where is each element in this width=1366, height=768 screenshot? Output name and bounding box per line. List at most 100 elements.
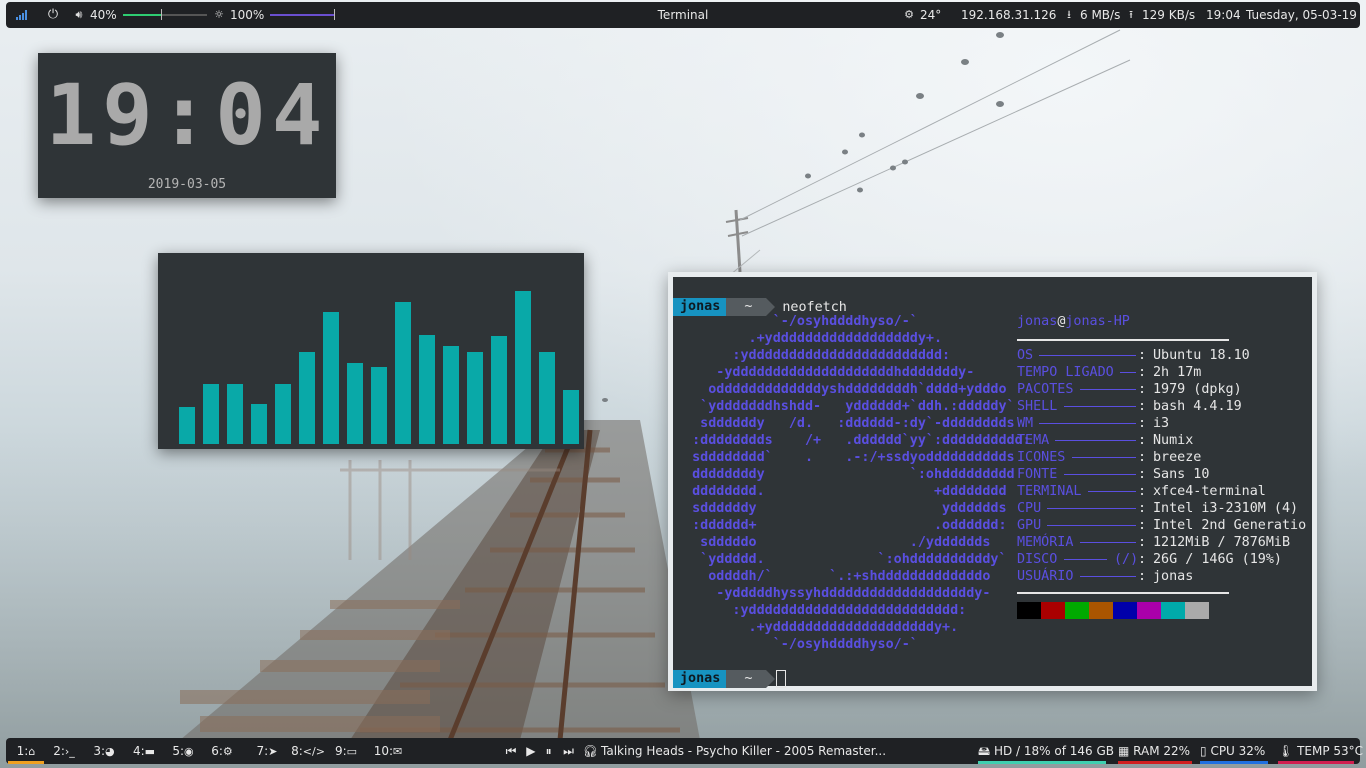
prompt-line-current[interactable]: jonas ~ (673, 669, 787, 689)
download-value: 6 MB/s (1080, 8, 1121, 22)
info-key: FONTE (1017, 467, 1058, 482)
previous-track-icon[interactable]: ⏮ (502, 738, 520, 764)
info-rule-bottom (1017, 592, 1229, 594)
info-key: USUÁRIO (1017, 569, 1074, 584)
info-key: OS (1017, 348, 1034, 363)
now-playing[interactable]: Talking Heads - Psycho Killer - 2005 Rem… (601, 738, 886, 764)
workspace-10[interactable]: 10:✉ (368, 738, 408, 764)
color-palette (1017, 602, 1307, 619)
info-row: WM: i3 (1017, 416, 1170, 431)
info-row: SHELL: bash 4.4.19 (1017, 399, 1242, 414)
ascii-line: odddddddddddddyshddddddddh`dddd+ydddo (676, 382, 1007, 397)
download-speed: ⭳ 6 MB/s (1062, 2, 1120, 28)
terminal-window[interactable]: jonas ~ neofetch `-/osyhddddhyso/-` .+yd… (668, 272, 1317, 691)
network-signal-icon[interactable] (16, 2, 28, 28)
info-value: 1212MiB / 7876MiB (1153, 535, 1291, 550)
workspace-number: 7: (256, 744, 269, 758)
ascii-line: :dddddddds /+ .dddddd`yy`:dddddddddd: (676, 433, 1031, 448)
color-swatch (1041, 602, 1065, 619)
chat-icon: ▭ (346, 745, 358, 758)
info-leader-line (1047, 525, 1136, 526)
info-value: i3 (1153, 416, 1170, 431)
next-track-icon[interactable]: ⏭ (559, 738, 577, 764)
info-key: TERMINAL (1017, 484, 1082, 499)
workspace-number: 9: (334, 744, 347, 758)
topbar-time[interactable]: 19:04 (1206, 2, 1241, 28)
ascii-line: :ydddddddddddddddddddddddddd: (676, 603, 967, 618)
workspace-4[interactable]: 4:▬ (127, 738, 161, 764)
info-leader-line (1071, 457, 1136, 458)
visualizer-bar (443, 346, 459, 444)
workspace-8[interactable]: 8:</> (290, 738, 326, 764)
utility-pole (699, 29, 1131, 301)
headphones-icon: 🎧︎ (582, 744, 598, 758)
cpu-status[interactable]: ▯ CPU 32% (1200, 738, 1268, 764)
info-value: jonas (1153, 569, 1194, 584)
ascii-line: .+yddddddddddddddddddy+. (676, 331, 943, 346)
clock-time: 19:04 (45, 66, 329, 164)
info-value: Intel 2nd Generatio (1153, 518, 1307, 533)
disk-status[interactable]: 🖴 HD / 18% of 146 GB (978, 738, 1114, 764)
workspace-7[interactable]: 7:➤ (249, 738, 285, 764)
info-key: GPU (1017, 518, 1042, 533)
ram-status[interactable]: ▦ RAM 22% (1118, 738, 1192, 764)
ip-address: 192.168.31.126 (961, 8, 1057, 22)
workspace-number: 10: (373, 744, 394, 758)
pause-icon[interactable]: ⏸ (542, 738, 556, 764)
info-key: TEMPO LIGADO (1017, 365, 1114, 380)
info-value: Numix (1153, 433, 1194, 448)
info-leader-line (1039, 355, 1136, 356)
cpu-icon: ▯ (1200, 744, 1207, 758)
visualizer-bar (299, 352, 315, 444)
topbar-date[interactable]: Tuesday, 05-03-19 (1246, 2, 1357, 28)
info-key: PACOTES (1017, 382, 1074, 397)
info-key-extra: (/) (1114, 552, 1139, 567)
workspace-number: 1: (16, 744, 29, 758)
ascii-line: ddddddddy `:ohddddddddd (676, 467, 1015, 482)
telegram-icon: ➤ (268, 745, 278, 758)
play-icon[interactable]: ▶ (524, 738, 538, 764)
ascii-line: `yddddd. `:ohddddddddddy` (676, 552, 1007, 567)
info-key: ICONES (1017, 450, 1066, 465)
prompt-user: jonas (673, 670, 736, 688)
workspace-9[interactable]: 9:▭ (330, 738, 362, 764)
visualizer-bar (395, 302, 411, 444)
info-row: TEMPO LIGADO:2h 17m (1017, 365, 1202, 380)
info-key: TEMA (1017, 433, 1050, 448)
volume-value: 40% (90, 8, 117, 22)
workspace-2[interactable]: 2:›_ (46, 738, 82, 764)
weather-widget[interactable]: ⚙ 24° (902, 2, 941, 28)
ascii-line: dddddddd. +dddddddd (676, 484, 1007, 499)
terminal-icon: ›_ (64, 745, 75, 758)
upload-value: 129 KB/s (1142, 8, 1196, 22)
workspace-1[interactable]: 1:⌂ (8, 738, 44, 764)
workspace-5[interactable]: 5:◉ (166, 738, 200, 764)
mail-open-icon: ✉ (393, 745, 403, 758)
brightness-control[interactable]: ☼ 100% (212, 2, 336, 28)
info-row: TERMINAL: xfce4-terminal (1017, 484, 1266, 499)
volume-slider[interactable] (122, 9, 207, 20)
visualizer-bar (371, 367, 387, 444)
info-value: 26G / 146G (19%) (1153, 552, 1282, 567)
cpu-value: CPU 32% (1210, 744, 1266, 758)
disk-value: HD / 18% of 146 GB (993, 744, 1115, 758)
info-key: SHELL (1017, 399, 1058, 414)
info-value: 1979 (dpkg) (1153, 382, 1242, 397)
info-key: WM (1017, 416, 1034, 431)
info-leader-line (1055, 440, 1136, 441)
window-title: Terminal (657, 8, 709, 22)
info-host: jonas-HP (1065, 314, 1130, 329)
workspace-3[interactable]: 3:◕ (86, 738, 122, 764)
volume-control[interactable]: 🔊︎ 40% (72, 2, 207, 28)
terminal-body[interactable]: jonas ~ neofetch `-/osyhddddhyso/-` .+yd… (673, 277, 1312, 689)
workspace-6[interactable]: 6:⚙ (203, 738, 241, 764)
brightness-slider[interactable] (270, 9, 336, 20)
color-swatch (1185, 602, 1209, 619)
ascii-logo: `-/osyhddddhyso/-` .+ydddddddddddddddddd… (676, 313, 1031, 653)
info-rule-top (1017, 339, 1229, 341)
temperature-status[interactable]: 🌡︎ TEMP 53°C (1278, 738, 1363, 764)
info-leader-line (1063, 406, 1136, 407)
color-swatch (1161, 602, 1185, 619)
power-icon[interactable]: ⏻ (46, 2, 64, 28)
ascii-line: `-/osyhddddhyso/-` (676, 637, 918, 652)
